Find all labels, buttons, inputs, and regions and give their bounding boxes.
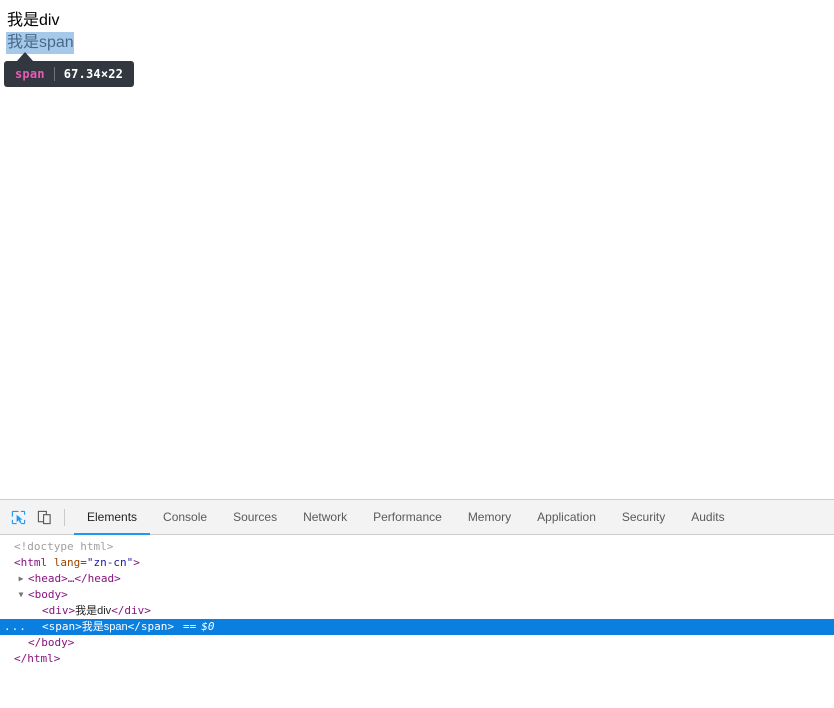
tooltip-arrow-icon [17, 52, 33, 61]
console-ref-equals: == [182, 620, 197, 633]
html-tag-name: html [20, 556, 48, 569]
html-attr-equals: = [80, 556, 87, 569]
tooltip-dimensions: 67.34×22 [63, 67, 124, 81]
div-close-tag: </div> [111, 604, 151, 617]
html-attr-lang-value: "zn-cn" [86, 556, 134, 569]
device-toolbar-icon[interactable] [31, 504, 57, 530]
dom-row-head[interactable]: ▶ <head>…</head> [0, 571, 834, 587]
html-open-bracket: < [14, 556, 21, 569]
head-expand-triangle-icon[interactable]: ▶ [16, 571, 26, 587]
tab-network[interactable]: Network [290, 500, 360, 534]
devtools-toolbar: Elements Console Sources Network Perform… [0, 500, 834, 535]
device-toggle-glyph [37, 510, 51, 524]
tooltip-tag-name: span [15, 67, 45, 81]
span-text-node: 我是span [81, 621, 128, 633]
div-text-node: 我是div [75, 605, 112, 617]
dom-row-html-close[interactable]: </html> [0, 651, 834, 667]
tab-audits[interactable]: Audits [678, 500, 737, 534]
body-open-tag: <body> [28, 588, 68, 601]
console-ref-dollar-zero: $0 [201, 620, 215, 633]
dom-row-span-selected[interactable]: ... <span> 我是span </span> == $0 [0, 619, 834, 635]
html-close-tag: </html> [14, 652, 61, 665]
tab-memory[interactable]: Memory [455, 500, 524, 534]
tab-sources[interactable]: Sources [220, 500, 290, 534]
page-viewport: 我是div 我是span span 67.34×22 [0, 0, 834, 499]
doctype-text: <!doctype html> [14, 540, 114, 553]
dom-row-div[interactable]: <div> 我是div </div> [0, 603, 834, 619]
tab-performance[interactable]: Performance [360, 500, 455, 534]
inspect-element-icon[interactable] [5, 504, 31, 530]
tooltip-separator [53, 67, 55, 81]
dom-row-body-open[interactable]: ▼ <body> [0, 587, 834, 603]
dom-row-html[interactable]: < html lang = "zn-cn" > [0, 555, 834, 571]
span-open-tag: <span> [42, 620, 82, 633]
tab-security[interactable]: Security [609, 500, 678, 534]
page-span-element[interactable]: 我是span [7, 32, 74, 54]
div-open-tag: <div> [42, 604, 76, 617]
body-collapse-triangle-icon[interactable]: ▼ [16, 587, 26, 603]
tab-console[interactable]: Console [150, 500, 220, 534]
devtools-panel: Elements Console Sources Network Perform… [0, 499, 834, 708]
page-div-element[interactable]: 我是div [7, 10, 59, 32]
dom-row-body-close[interactable]: </body> [0, 635, 834, 651]
html-attr-lang-name: lang [53, 556, 81, 569]
span-close-tag: </span> [127, 620, 174, 633]
tab-application[interactable]: Application [524, 500, 609, 534]
body-close-tag: </body> [28, 636, 75, 649]
html-close-bracket: > [133, 556, 140, 569]
toolbar-divider [64, 508, 65, 526]
dom-tree: <!doctype html> < html lang = "zn-cn" > ▶ <h… [0, 535, 834, 667]
tab-elements[interactable]: Elements [74, 500, 151, 535]
head-row-text: <head>…</head> [28, 572, 121, 585]
selected-row-dots: ... [4, 620, 27, 633]
inspect-cursor-glyph [11, 510, 25, 524]
element-info-tooltip: span 67.34×22 [4, 61, 135, 87]
devtools-tab-bar: Elements Console Sources Network Perform… [74, 500, 738, 535]
dom-row-doctype[interactable]: <!doctype html> [0, 539, 834, 555]
